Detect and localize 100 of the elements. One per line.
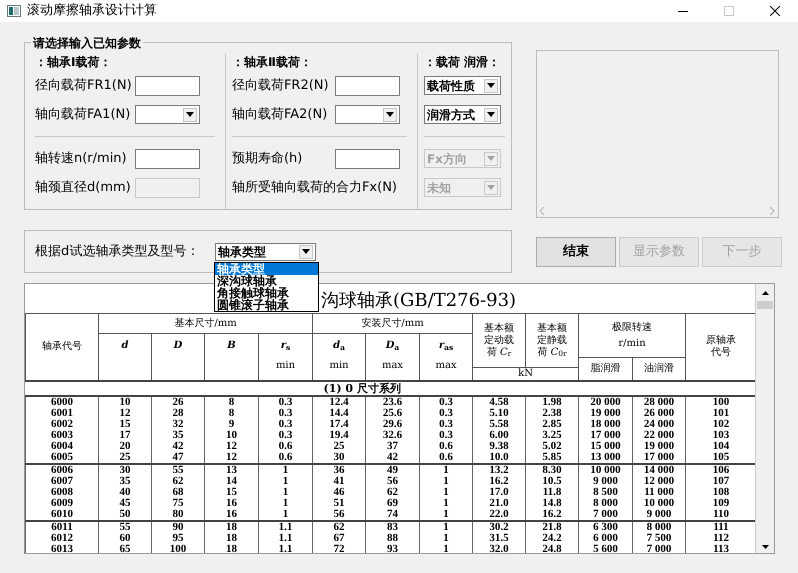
dropdown[interactable]: 轴承类型 [215, 242, 316, 260]
table-cell: 26 000 [644, 407, 674, 419]
table-cell: 14.4 [329, 407, 349, 419]
table-cell: 1 [282, 486, 288, 498]
scrollbar[interactable] [755, 284, 774, 553]
table-cell: 1 [282, 464, 288, 476]
table-cell: 11.8 [542, 486, 562, 498]
table-cell: 1 [443, 532, 449, 544]
table-cell: 2.38 [542, 407, 562, 419]
field-label: 预期寿命(h) [232, 150, 304, 168]
dropdown-option[interactable]: 角接触球轴承 [215, 287, 318, 299]
table-cell: 88 [387, 532, 398, 544]
column-header: r$_{as}$ [438, 340, 454, 352]
dropdown-option[interactable]: 轴承类型 [215, 263, 318, 275]
table-cell: 10.0 [489, 451, 509, 463]
table-cell: 25 [120, 451, 130, 463]
column-header: d [122, 340, 128, 352]
dropdown[interactable]: 载荷性质 [424, 76, 501, 95]
table-cell: 20 000 [590, 396, 621, 408]
table-cell: 7 500 [646, 532, 672, 544]
table-cell: 21.0 [489, 497, 509, 509]
table-cell: 8 000 [646, 521, 672, 533]
input-field[interactable] [135, 76, 200, 96]
table-cell: 101 [712, 407, 730, 419]
table-cell: 7 000 [646, 543, 672, 553]
table-cell: 60 [120, 532, 130, 544]
table-cell: 37 [387, 440, 398, 452]
dropdown-option[interactable]: 圆锥滚子轴承 [215, 299, 318, 311]
table-cell: 67 [334, 532, 345, 544]
table-cell: 0.3 [439, 418, 453, 430]
table-cell: 6005 [51, 451, 73, 463]
table-cell: 15 [120, 418, 130, 430]
table-cell: 16 [226, 508, 237, 520]
table-cell: 6013 [51, 543, 73, 553]
table-cell: 24.8 [542, 543, 562, 553]
table-cell: 9 [228, 418, 234, 430]
table-cell: 113 [713, 543, 729, 553]
input-field[interactable] [334, 148, 400, 168]
table-cell: 102 [712, 418, 730, 430]
scroll-thumb[interactable] [757, 301, 773, 309]
table-cell: 10 [120, 396, 130, 408]
table-cell: 22.0 [489, 508, 509, 520]
table-cell: 0.3 [278, 396, 292, 408]
table-cell: 62 [334, 521, 345, 533]
table-cell: 2.85 [542, 418, 562, 430]
table-cell: 0.6 [278, 440, 292, 452]
dropdown[interactable] [135, 105, 200, 124]
unit-label: r/min [618, 338, 646, 350]
action-button[interactable]: 结束 [536, 237, 616, 267]
table-cell: 0.6 [439, 451, 453, 463]
table-cell: 1 [443, 497, 449, 509]
table-cell: 0.3 [439, 407, 453, 419]
table-cell: 6003 [51, 429, 73, 441]
table-cell: 40 [120, 486, 130, 498]
dropdown-option[interactable]: 深沟球轴承 [215, 275, 318, 287]
table-cell: 18 [226, 521, 237, 533]
table-cell: 93 [387, 543, 398, 553]
table-cell: 1 [282, 508, 288, 520]
field-label: 轴向载荷FA2(N) [232, 106, 328, 124]
table-cell: 56 [334, 508, 345, 520]
table-cell: 1 [443, 486, 449, 498]
table-cell: 10.5 [542, 475, 562, 487]
table-cell: 112 [713, 532, 729, 544]
table-cell: 90 [172, 521, 184, 533]
section-heading: ：轴承Ⅱ载荷： [232, 54, 313, 71]
table-cell: 6 300 [593, 521, 618, 533]
table-cell: 8 000 [593, 497, 618, 509]
dropdown[interactable]: 润滑方式 [424, 105, 501, 124]
table-cell: 10 [226, 429, 237, 441]
table-cell: 9.38 [489, 440, 509, 452]
table-cell: 6000 [51, 396, 73, 408]
window-title: 滚动摩擦轴承设计计算 [27, 2, 157, 20]
table-cell: 15 000 [590, 440, 621, 452]
input-field[interactable] [334, 76, 400, 96]
field-label: 径向载荷FR2(N) [232, 76, 330, 95]
table-cell: 55 [120, 521, 130, 533]
table-cell: 106 [712, 464, 730, 476]
table-cell: 17 [120, 429, 130, 441]
table-cell: 74 [387, 508, 398, 520]
table-cell: 12 [226, 440, 237, 452]
table-cell: 28 000 [644, 396, 674, 408]
table-cell: 18 000 [590, 418, 621, 430]
table-cell: 0.3 [439, 429, 453, 441]
table-cell: 1 [282, 475, 288, 487]
table-cell: 5 600 [593, 543, 618, 553]
table-cell: 6010 [51, 508, 73, 520]
column-header: 基本额定动载荷 C$_{r}$ [472, 314, 526, 368]
section-heading: ：载荷 润滑： [424, 54, 502, 71]
table-cell: 16 [226, 497, 237, 509]
table-cell: 83 [387, 521, 398, 533]
unit-label: max [435, 360, 457, 372]
table-cell: 69 [387, 497, 398, 509]
table-cell: 108 [712, 486, 730, 498]
column-header: d$_{a}$ [333, 340, 345, 352]
table-cell: 45 [120, 497, 130, 509]
table-cell: 6004 [51, 440, 73, 452]
dropdown[interactable] [334, 105, 400, 124]
input-field[interactable] [135, 148, 200, 168]
table-cell: 8 [228, 396, 234, 408]
table-cell: 12 [226, 451, 237, 463]
